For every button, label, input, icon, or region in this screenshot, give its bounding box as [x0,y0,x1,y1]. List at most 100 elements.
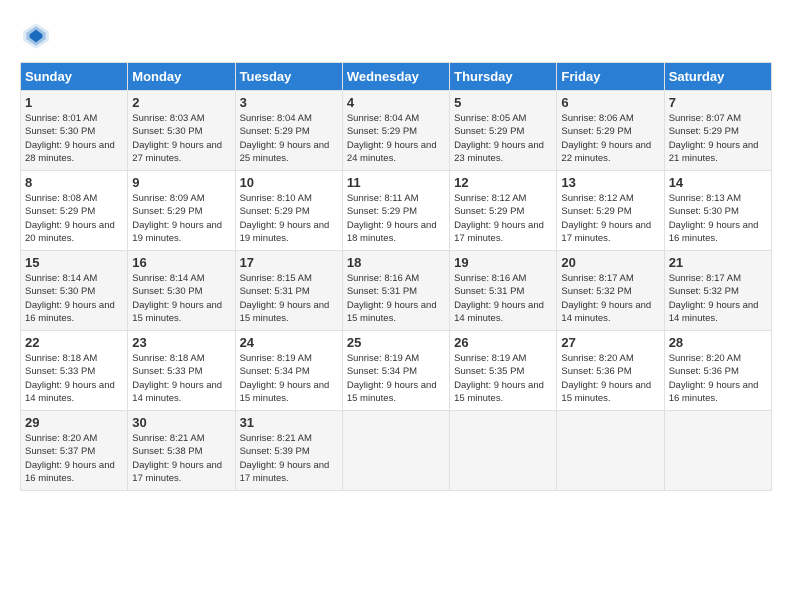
calendar-cell: 25 Sunrise: 8:19 AMSunset: 5:34 PMDayligh… [342,331,449,411]
day-detail: Sunrise: 8:21 AMSunset: 5:39 PMDaylight:… [240,432,338,485]
day-detail: Sunrise: 8:17 AMSunset: 5:32 PMDaylight:… [561,272,659,325]
calendar-header-row: SundayMondayTuesdayWednesdayThursdayFrid… [21,63,772,91]
day-detail: Sunrise: 8:19 AMSunset: 5:35 PMDaylight:… [454,352,552,405]
calendar-week-row: 29 Sunrise: 8:20 AMSunset: 5:37 PMDayligh… [21,411,772,491]
calendar-cell [342,411,449,491]
calendar-cell: 1 Sunrise: 8:01 AMSunset: 5:30 PMDaylight… [21,91,128,171]
column-header-saturday: Saturday [664,63,771,91]
day-number: 13 [561,175,659,190]
day-number: 24 [240,335,338,350]
calendar-week-row: 8 Sunrise: 8:08 AMSunset: 5:29 PMDaylight… [21,171,772,251]
day-number: 7 [669,95,767,110]
day-detail: Sunrise: 8:12 AMSunset: 5:29 PMDaylight:… [561,192,659,245]
day-number: 25 [347,335,445,350]
day-detail: Sunrise: 8:19 AMSunset: 5:34 PMDaylight:… [240,352,338,405]
calendar-cell [664,411,771,491]
day-detail: Sunrise: 8:10 AMSunset: 5:29 PMDaylight:… [240,192,338,245]
day-number: 21 [669,255,767,270]
calendar-cell: 16 Sunrise: 8:14 AMSunset: 5:30 PMDayligh… [128,251,235,331]
calendar-cell: 26Sunrise: 8:19 AMSunset: 5:35 PMDayligh… [450,331,557,411]
calendar-week-row: 15Sunrise: 8:14 AMSunset: 5:30 PMDayligh… [21,251,772,331]
day-number: 3 [240,95,338,110]
calendar-cell: 30 Sunrise: 8:21 AMSunset: 5:38 PMDayligh… [128,411,235,491]
day-number: 16 [132,255,230,270]
day-number: 28 [669,335,767,350]
day-number: 6 [561,95,659,110]
day-detail: Sunrise: 8:21 AMSunset: 5:38 PMDaylight:… [132,432,230,485]
day-detail: Sunrise: 8:07 AMSunset: 5:29 PMDaylight:… [669,112,767,165]
calendar-cell: 17Sunrise: 8:15 AMSunset: 5:31 PMDayligh… [235,251,342,331]
column-header-monday: Monday [128,63,235,91]
calendar-cell: 9Sunrise: 8:09 AMSunset: 5:29 PMDaylight… [128,171,235,251]
day-number: 9 [132,175,230,190]
page-header [20,20,772,52]
calendar-cell: 3 Sunrise: 8:04 AMSunset: 5:29 PMDaylight… [235,91,342,171]
day-number: 8 [25,175,123,190]
day-number: 20 [561,255,659,270]
column-header-tuesday: Tuesday [235,63,342,91]
day-detail: Sunrise: 8:04 AMSunset: 5:29 PMDaylight:… [347,112,445,165]
day-detail: Sunrise: 8:12 AMSunset: 5:29 PMDaylight:… [454,192,552,245]
day-detail: Sunrise: 8:01 AMSunset: 5:30 PMDaylight:… [25,112,123,165]
calendar-cell: 28 Sunrise: 8:20 AMSunset: 5:36 PMDayligh… [664,331,771,411]
day-detail: Sunrise: 8:14 AMSunset: 5:30 PMDaylight:… [25,272,123,325]
calendar-cell: 8 Sunrise: 8:08 AMSunset: 5:29 PMDaylight… [21,171,128,251]
day-number: 10 [240,175,338,190]
calendar-cell: 11Sunrise: 8:11 AMSunset: 5:29 PMDayligh… [342,171,449,251]
calendar-cell: 14Sunrise: 8:13 AMSunset: 5:30 PMDayligh… [664,171,771,251]
calendar-cell: 18 Sunrise: 8:16 AMSunset: 5:31 PMDayligh… [342,251,449,331]
logo [20,20,58,52]
day-number: 22 [25,335,123,350]
calendar-week-row: 1 Sunrise: 8:01 AMSunset: 5:30 PMDaylight… [21,91,772,171]
column-header-wednesday: Wednesday [342,63,449,91]
day-detail: Sunrise: 8:20 AMSunset: 5:36 PMDaylight:… [561,352,659,405]
calendar-cell: 4Sunrise: 8:04 AMSunset: 5:29 PMDaylight… [342,91,449,171]
calendar-cell: 23Sunrise: 8:18 AMSunset: 5:33 PMDayligh… [128,331,235,411]
calendar-cell: 31 Sunrise: 8:21 AMSunset: 5:39 PMDayligh… [235,411,342,491]
day-detail: Sunrise: 8:15 AMSunset: 5:31 PMDaylight:… [240,272,338,325]
day-number: 19 [454,255,552,270]
calendar-cell: 7 Sunrise: 8:07 AMSunset: 5:29 PMDaylight… [664,91,771,171]
day-detail: Sunrise: 8:20 AMSunset: 5:37 PMDaylight:… [25,432,123,485]
calendar-cell: 13 Sunrise: 8:12 AMSunset: 5:29 PMDayligh… [557,171,664,251]
calendar-cell: 15Sunrise: 8:14 AMSunset: 5:30 PMDayligh… [21,251,128,331]
day-number: 27 [561,335,659,350]
day-number: 5 [454,95,552,110]
calendar-cell [557,411,664,491]
calendar-table: SundayMondayTuesdayWednesdayThursdayFrid… [20,62,772,491]
day-detail: Sunrise: 8:19 AMSunset: 5:34 PMDaylight:… [347,352,445,405]
day-number: 30 [132,415,230,430]
column-header-friday: Friday [557,63,664,91]
day-number: 1 [25,95,123,110]
calendar-cell: 10 Sunrise: 8:10 AMSunset: 5:29 PMDayligh… [235,171,342,251]
column-header-thursday: Thursday [450,63,557,91]
calendar-cell: 29 Sunrise: 8:20 AMSunset: 5:37 PMDayligh… [21,411,128,491]
day-detail: Sunrise: 8:18 AMSunset: 5:33 PMDaylight:… [25,352,123,405]
day-detail: Sunrise: 8:14 AMSunset: 5:30 PMDaylight:… [132,272,230,325]
day-detail: Sunrise: 8:11 AMSunset: 5:29 PMDaylight:… [347,192,445,245]
calendar-cell: 22 Sunrise: 8:18 AMSunset: 5:33 PMDayligh… [21,331,128,411]
logo-icon [20,20,52,52]
day-detail: Sunrise: 8:03 AMSunset: 5:30 PMDaylight:… [132,112,230,165]
calendar-cell [450,411,557,491]
day-number: 14 [669,175,767,190]
day-number: 31 [240,415,338,430]
calendar-cell: 5 Sunrise: 8:05 AMSunset: 5:29 PMDaylight… [450,91,557,171]
calendar-cell: 2 Sunrise: 8:03 AMSunset: 5:30 PMDaylight… [128,91,235,171]
day-detail: Sunrise: 8:06 AMSunset: 5:29 PMDaylight:… [561,112,659,165]
day-detail: Sunrise: 8:08 AMSunset: 5:29 PMDaylight:… [25,192,123,245]
calendar-cell: 12 Sunrise: 8:12 AMSunset: 5:29 PMDayligh… [450,171,557,251]
day-number: 18 [347,255,445,270]
day-detail: Sunrise: 8:05 AMSunset: 5:29 PMDaylight:… [454,112,552,165]
calendar-cell: 21 Sunrise: 8:17 AMSunset: 5:32 PMDayligh… [664,251,771,331]
calendar-cell: 6 Sunrise: 8:06 AMSunset: 5:29 PMDaylight… [557,91,664,171]
day-detail: Sunrise: 8:16 AMSunset: 5:31 PMDaylight:… [454,272,552,325]
day-number: 2 [132,95,230,110]
day-number: 29 [25,415,123,430]
day-detail: Sunrise: 8:16 AMSunset: 5:31 PMDaylight:… [347,272,445,325]
calendar-week-row: 22 Sunrise: 8:18 AMSunset: 5:33 PMDayligh… [21,331,772,411]
day-detail: Sunrise: 8:04 AMSunset: 5:29 PMDaylight:… [240,112,338,165]
day-number: 12 [454,175,552,190]
day-detail: Sunrise: 8:20 AMSunset: 5:36 PMDaylight:… [669,352,767,405]
day-detail: Sunrise: 8:17 AMSunset: 5:32 PMDaylight:… [669,272,767,325]
